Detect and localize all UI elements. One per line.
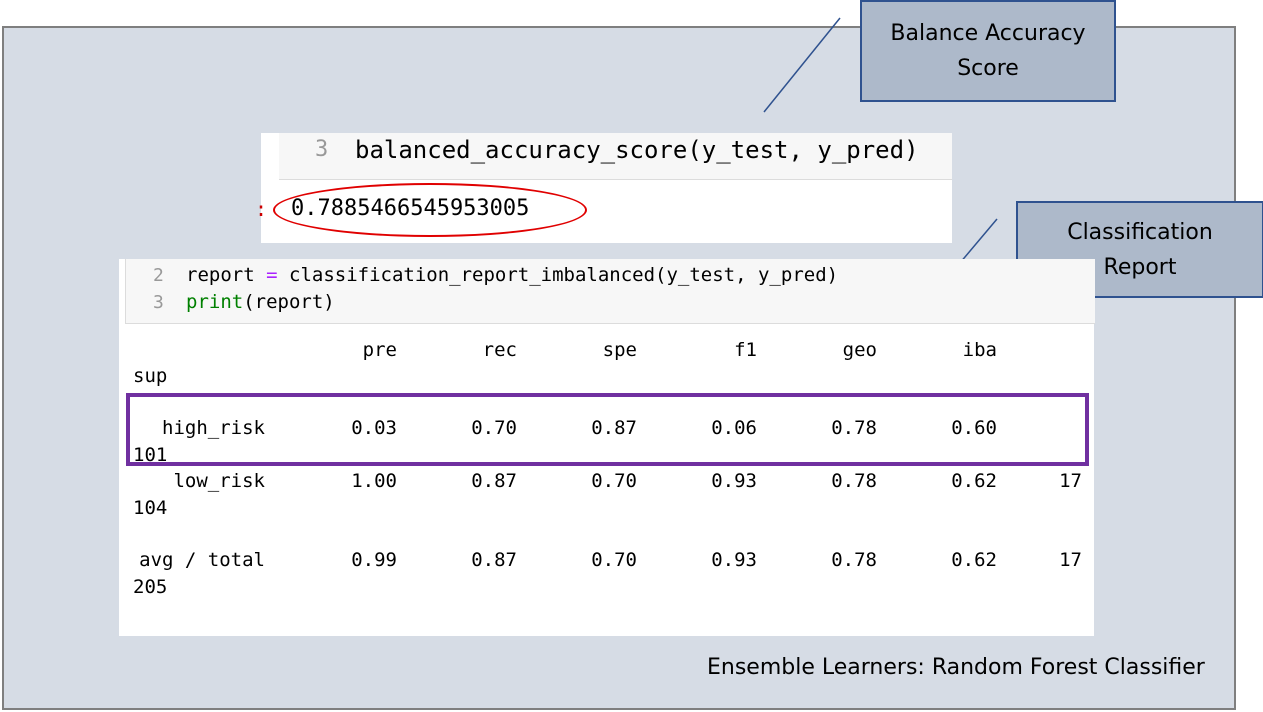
slide-footer-label: Ensemble Learners: Random Forest Classif… [707, 655, 1205, 680]
report-cell-sup-wrapped: 101 [133, 444, 168, 466]
report-cell-sup-partial: 17 [1059, 549, 1082, 571]
report-header-pre: pre [362, 339, 397, 361]
report-cell-pre: 0.99 [351, 549, 397, 571]
accuracy-cell: 3 balanced_accuracy_score(y_test, y_pred… [255, 133, 952, 243]
report-cell-iba: 0.62 [951, 470, 997, 492]
report-cell-iba: 0.62 [951, 549, 997, 571]
report-cell-pre: 0.03 [351, 417, 397, 439]
callout-balance-accuracy-line2: Score [957, 56, 1019, 81]
report-cell-iba: 0.60 [951, 417, 997, 439]
report-cell-sup-partial: 17 [1059, 470, 1082, 492]
report-cell-rec: 0.87 [471, 549, 517, 571]
report-cell: 2 report = classification_report_imbalan… [119, 259, 1095, 636]
callout-balance-accuracy-line1: Balance Accuracy [890, 21, 1086, 46]
report-header-iba: iba [962, 339, 997, 361]
score-highlight-ellipse [273, 183, 587, 237]
report-cell-sup-wrapped: 205 [133, 576, 168, 598]
report-header-spe: spe [602, 339, 637, 361]
accuracy-code-input[interactable]: 3 balanced_accuracy_score(y_test, y_pred… [279, 133, 952, 180]
report-cell-geo: 0.78 [831, 549, 877, 571]
callout-classification-report-line1: Classification [1067, 219, 1213, 245]
connector-accuracy [763, 17, 841, 113]
classification-report-output: sup pre rec spe f1 geo iba high_risk 0.03 0.70 0.… [119, 259, 1094, 636]
callout-balance-accuracy: Balance Accuracy Score [860, 0, 1116, 102]
report-cell-f1: 0.06 [711, 417, 757, 439]
report-cell-geo: 0.78 [831, 470, 877, 492]
report-cell-rec: 0.70 [471, 417, 517, 439]
report-header-rec: rec [482, 339, 517, 361]
line-number: 3 [315, 137, 329, 162]
report-header-geo: geo [842, 339, 877, 361]
report-header-f1: f1 [734, 339, 757, 361]
report-row-label: low_risk [173, 470, 265, 492]
report-cell-f1: 0.93 [711, 549, 757, 571]
report-row-label: high_risk [162, 417, 265, 439]
report-row-label: avg / total [139, 549, 265, 571]
report-cell-sup-wrapped: 104 [133, 497, 168, 519]
report-cell-spe: 0.87 [591, 417, 637, 439]
report-header-sup: sup [133, 365, 168, 387]
report-cell-pre: 1.00 [351, 470, 397, 492]
report-cell-spe: 0.70 [591, 549, 637, 571]
output-prompt: : [255, 197, 268, 221]
report-cell-spe: 0.70 [591, 470, 637, 492]
accuracy-code-text: balanced_accuracy_score(y_test, y_pred) [355, 136, 919, 164]
report-cell-f1: 0.93 [711, 470, 757, 492]
report-cell-geo: 0.78 [831, 417, 877, 439]
report-cell-rec: 0.87 [471, 470, 517, 492]
